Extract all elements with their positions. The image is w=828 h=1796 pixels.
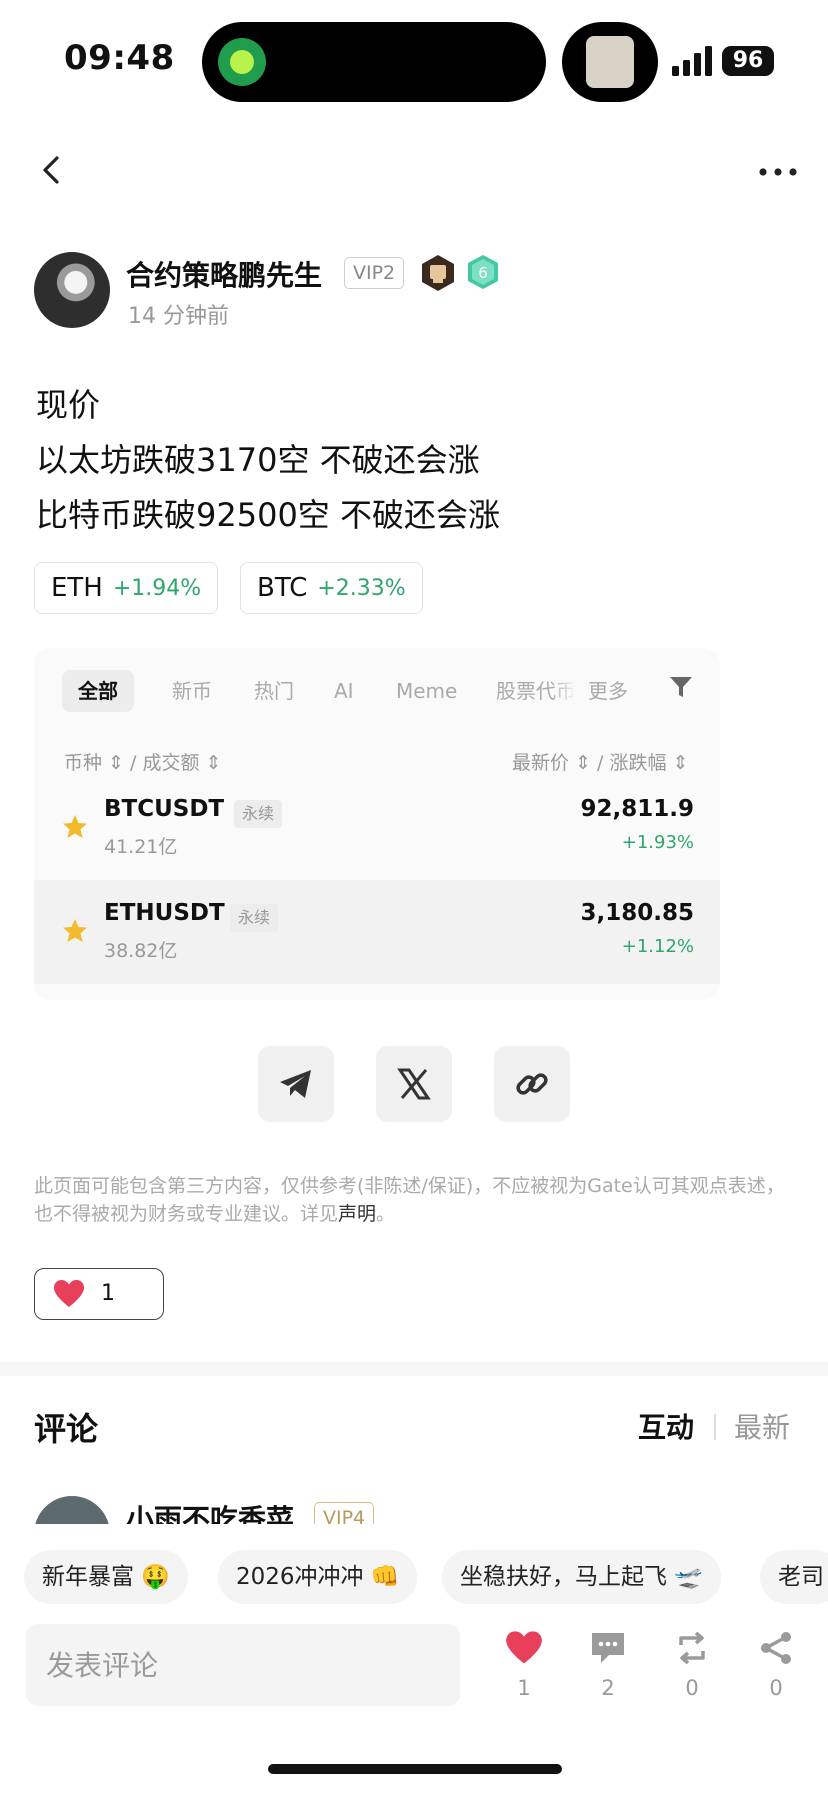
x-logo-icon [397, 1068, 431, 1100]
copy-link-button[interactable] [494, 1046, 570, 1122]
home-indicator [268, 1764, 562, 1774]
coin-symbol: ETH [51, 573, 103, 603]
like-count: 1 [101, 1281, 115, 1306]
tab-new[interactable]: 新币 [172, 670, 212, 712]
repost-action-count: 0 [685, 1676, 699, 1700]
share-action-count: 0 [769, 1676, 783, 1700]
pair-name: ETHUSDT [104, 900, 225, 926]
heart-icon [506, 1631, 542, 1664]
market-row[interactable]: ETHUSDT 永续 38.82亿 3,180.85 +1.12% [34, 880, 720, 984]
like-action[interactable]: 1 [494, 1630, 554, 1700]
author-avatar[interactable] [34, 252, 110, 328]
cellular-signal-icon [672, 46, 712, 76]
live-activity-app-icon [218, 38, 266, 86]
back-arrow-icon[interactable] [30, 148, 74, 192]
pair-price: 3,180.85 [580, 900, 695, 926]
quick-reply-chip[interactable]: 新年暴富 🤑 [24, 1550, 188, 1604]
market-row[interactable]: BTCUSDT 永续 41.21亿 92,811.9 +1.93% [34, 776, 720, 880]
disclaimer-body: 此页面可能包含第三方内容，仅供参考(非陈述/保证)，不应被视为Gate认可其观点… [34, 1175, 785, 1225]
share-telegram-button[interactable] [258, 1046, 334, 1122]
dynamic-island [202, 22, 546, 102]
sort-separator [714, 1414, 716, 1440]
link-icon [516, 1073, 548, 1095]
status-time: 09:48 [64, 38, 175, 78]
tab-more[interactable]: 更多 [588, 670, 628, 712]
repost-icon [679, 1631, 705, 1665]
dynamic-island-media [562, 22, 658, 102]
pair-volume: 38.82亿 [104, 940, 178, 962]
svg-text:6: 6 [478, 264, 488, 282]
tab-hot[interactable]: 热门 [254, 670, 294, 712]
tab-all[interactable]: 全部 [62, 670, 134, 712]
coin-change: +1.94% [112, 575, 202, 601]
pair-price: 92,811.9 [580, 796, 695, 822]
like-action-count: 1 [517, 1676, 531, 1700]
coin-chip-btc[interactable]: BTC +2.33% [240, 562, 423, 614]
media-thumbnail [586, 36, 634, 88]
author-name[interactable]: 合约策略鹏先生 [126, 254, 322, 294]
pair-change: +1.93% [621, 832, 694, 853]
coin-chip-eth[interactable]: ETH +1.94% [34, 562, 219, 614]
comment-bubble-icon [592, 1633, 624, 1663]
pair-change: +1.12% [621, 936, 694, 957]
quick-reply-chip[interactable]: 坐稳扶好，马上起飞 🛫 [442, 1550, 721, 1604]
perpetual-tag: 永续 [230, 904, 279, 932]
share-icon [761, 1632, 791, 1664]
post-line: 比特币跌破92500空 不破还会涨 [36, 496, 500, 534]
sort-interaction-tab[interactable]: 互动 [638, 1406, 694, 1446]
coin-change: +2.33% [317, 575, 406, 601]
tab-stock-tokens[interactable]: 股票代币 [496, 670, 576, 712]
repost-action[interactable]: 0 [662, 1630, 722, 1700]
post-line: 现价 [36, 386, 101, 424]
battery-indicator: 96 [722, 46, 774, 76]
more-options-icon[interactable] [754, 150, 802, 194]
disclaimer-end: 。 [376, 1203, 396, 1225]
disclaimer-text: 此页面可能包含第三方内容，仅供参考(非陈述/保证)，不应被视为Gate认可其观点… [34, 1172, 798, 1228]
star-favorite-icon[interactable] [62, 918, 88, 944]
share-action[interactable]: 0 [746, 1630, 806, 1700]
level-badge-icon: 6 [468, 255, 498, 289]
quick-reply-chip[interactable]: 老司 [760, 1550, 828, 1604]
market-card: 全部 新币 热门 AI Meme 股票代币 更多 币种 ⇕ / 成交额 ⇕ 最新… [34, 648, 720, 1000]
quick-reply-chip[interactable]: 2026冲冲冲 👊 [218, 1550, 418, 1604]
vip-badge: VIP2 [344, 257, 405, 289]
heart-icon [54, 1280, 84, 1307]
tab-ai[interactable]: AI [334, 670, 354, 712]
post-timestamp: 14 分钟前 [128, 304, 229, 329]
comment-action-count: 2 [601, 1676, 615, 1700]
post-line: 以太坊跌破3170空 不破还会涨 [36, 441, 480, 479]
filter-icon[interactable] [668, 674, 694, 700]
post-content: 现价 以太坊跌破3170空 不破还会涨 比特币跌破92500空 不破还会涨 [36, 378, 500, 543]
share-x-button[interactable] [376, 1046, 452, 1122]
like-button[interactable]: 1 [34, 1268, 164, 1320]
market-tabs: 全部 新币 热门 AI Meme 股票代币 更多 [62, 670, 720, 712]
section-divider [0, 1362, 828, 1376]
coin-symbol: BTC [257, 573, 308, 603]
comment-input[interactable] [26, 1624, 460, 1706]
telegram-icon [280, 1070, 311, 1098]
comment-action[interactable]: 2 [578, 1630, 638, 1700]
tab-meme[interactable]: Meme [396, 670, 457, 712]
perpetual-tag: 永续 [234, 800, 283, 828]
pair-name: BTCUSDT [104, 796, 225, 822]
pair-volume: 41.21亿 [104, 836, 178, 858]
column-header-coin-volume[interactable]: 币种 ⇕ / 成交额 ⇕ [64, 748, 221, 775]
column-header-price-change[interactable]: 最新价 ⇕ / 涨跌幅 ⇕ [512, 748, 688, 775]
achievement-badge-icon [422, 255, 454, 291]
star-favorite-icon[interactable] [62, 814, 88, 840]
comments-heading: 评论 [34, 1410, 99, 1448]
sort-latest-tab[interactable]: 最新 [734, 1406, 790, 1446]
disclaimer-link[interactable]: 声明 [338, 1203, 376, 1225]
